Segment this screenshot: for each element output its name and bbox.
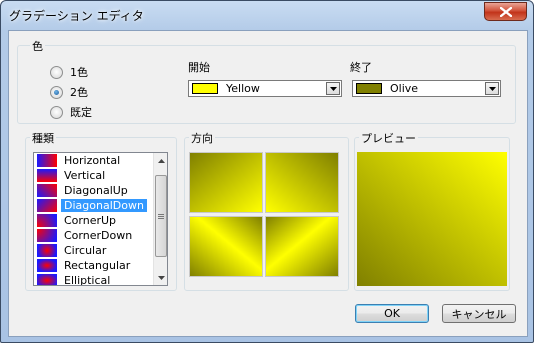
gradient-elliptical-icon	[37, 274, 57, 285]
dialog-window: グラデーション エディタ 色 1色 2色 既定 開始 Yellow 終了 Oli…	[0, 0, 534, 343]
list-item-label: Horizontal	[64, 154, 121, 167]
list-item[interactable]: CornerDown	[34, 228, 167, 243]
gradient-diagonal-up-icon	[37, 184, 57, 197]
start-color-swatch	[192, 83, 218, 94]
chevron-down-icon	[157, 275, 165, 280]
gradient-rectangular-icon	[37, 259, 57, 272]
radio-one-color[interactable]: 1色	[50, 65, 88, 79]
list-item-label: CornerDown	[64, 229, 133, 242]
scroll-down-button[interactable]	[154, 270, 167, 285]
list-item-label: Vertical	[64, 169, 106, 182]
radio-default-indicator[interactable]	[50, 105, 63, 119]
list-item[interactable]: CornerUp	[34, 213, 167, 228]
list-item-label: DiagonalUp	[64, 184, 128, 197]
gradient-diagonal-down-icon	[37, 199, 57, 212]
radio-default[interactable]: 既定	[50, 105, 92, 119]
scroll-thumb[interactable]	[155, 175, 167, 257]
list-item[interactable]: Rectangular	[34, 258, 167, 273]
preview-group-label: プレビュー	[359, 130, 418, 146]
gradient-corner-up-icon	[37, 214, 57, 227]
list-item-label: Circular	[64, 244, 107, 257]
close-icon	[499, 6, 512, 17]
gradient-preview	[357, 152, 507, 286]
start-color-label: 開始	[188, 61, 210, 74]
direction-group-label: 方向	[189, 130, 215, 146]
list-item[interactable]: Vertical	[34, 168, 167, 183]
list-item-label: DiagonalDown	[61, 199, 147, 212]
list-scrollbar[interactable]	[153, 153, 167, 285]
list-item[interactable]: DiagonalUp	[34, 183, 167, 198]
list-item-label: Elliptical	[64, 274, 111, 286]
window-title: グラデーション エディタ	[9, 9, 144, 23]
scroll-up-button[interactable]	[154, 153, 167, 168]
chevron-down-icon	[488, 86, 496, 91]
gradient-type-list[interactable]: Horizontal Vertical DiagonalUp DiagonalD…	[33, 152, 168, 286]
radio-default-label: 既定	[70, 106, 92, 119]
radio-one-color-indicator[interactable]	[50, 65, 63, 79]
start-color-value: Yellow	[226, 82, 260, 95]
chevron-up-icon	[157, 158, 165, 163]
end-color-dropdown-button[interactable]	[485, 82, 499, 95]
gradient-vertical-icon	[37, 169, 57, 182]
list-item-label: Rectangular	[64, 259, 131, 272]
direction-tile-bottom-left[interactable]	[189, 216, 263, 277]
direction-tile-bottom-right[interactable]	[265, 216, 339, 277]
gradient-circular-icon	[37, 244, 57, 257]
direction-tile-top-right[interactable]	[265, 152, 339, 213]
list-item-selected[interactable]: DiagonalDown	[34, 198, 167, 213]
end-color-value: Olive	[390, 82, 419, 95]
gradient-corner-down-icon	[37, 229, 57, 242]
end-color-combo[interactable]: Olive	[352, 80, 501, 97]
gradient-horizontal-icon	[37, 154, 57, 167]
radio-one-color-label: 1色	[70, 66, 88, 79]
list-item[interactable]: Elliptical	[34, 273, 167, 286]
dialog-client-area: 色 1色 2色 既定 開始 Yellow 終了 Olive 種類 Horizon…	[8, 30, 528, 337]
close-button[interactable]	[484, 2, 527, 21]
color-group-label: 色	[30, 38, 45, 54]
start-color-dropdown-button[interactable]	[326, 82, 340, 95]
list-item[interactable]: Horizontal	[34, 153, 167, 168]
end-color-swatch	[356, 83, 382, 94]
type-group-label: 種類	[30, 130, 56, 146]
list-item-label: CornerUp	[64, 214, 117, 227]
radio-two-colors-label: 2色	[70, 86, 88, 99]
chevron-down-icon	[329, 86, 337, 91]
list-item[interactable]: Circular	[34, 243, 167, 258]
grip-icon	[158, 213, 164, 219]
start-color-combo[interactable]: Yellow	[188, 80, 342, 97]
direction-tile-top-left[interactable]	[189, 152, 263, 213]
end-color-label: 終了	[350, 61, 372, 74]
radio-two-colors-indicator[interactable]	[50, 85, 63, 99]
ok-button[interactable]: OK	[355, 304, 429, 323]
cancel-button[interactable]: キャンセル	[442, 304, 516, 323]
radio-two-colors[interactable]: 2色	[50, 85, 88, 99]
